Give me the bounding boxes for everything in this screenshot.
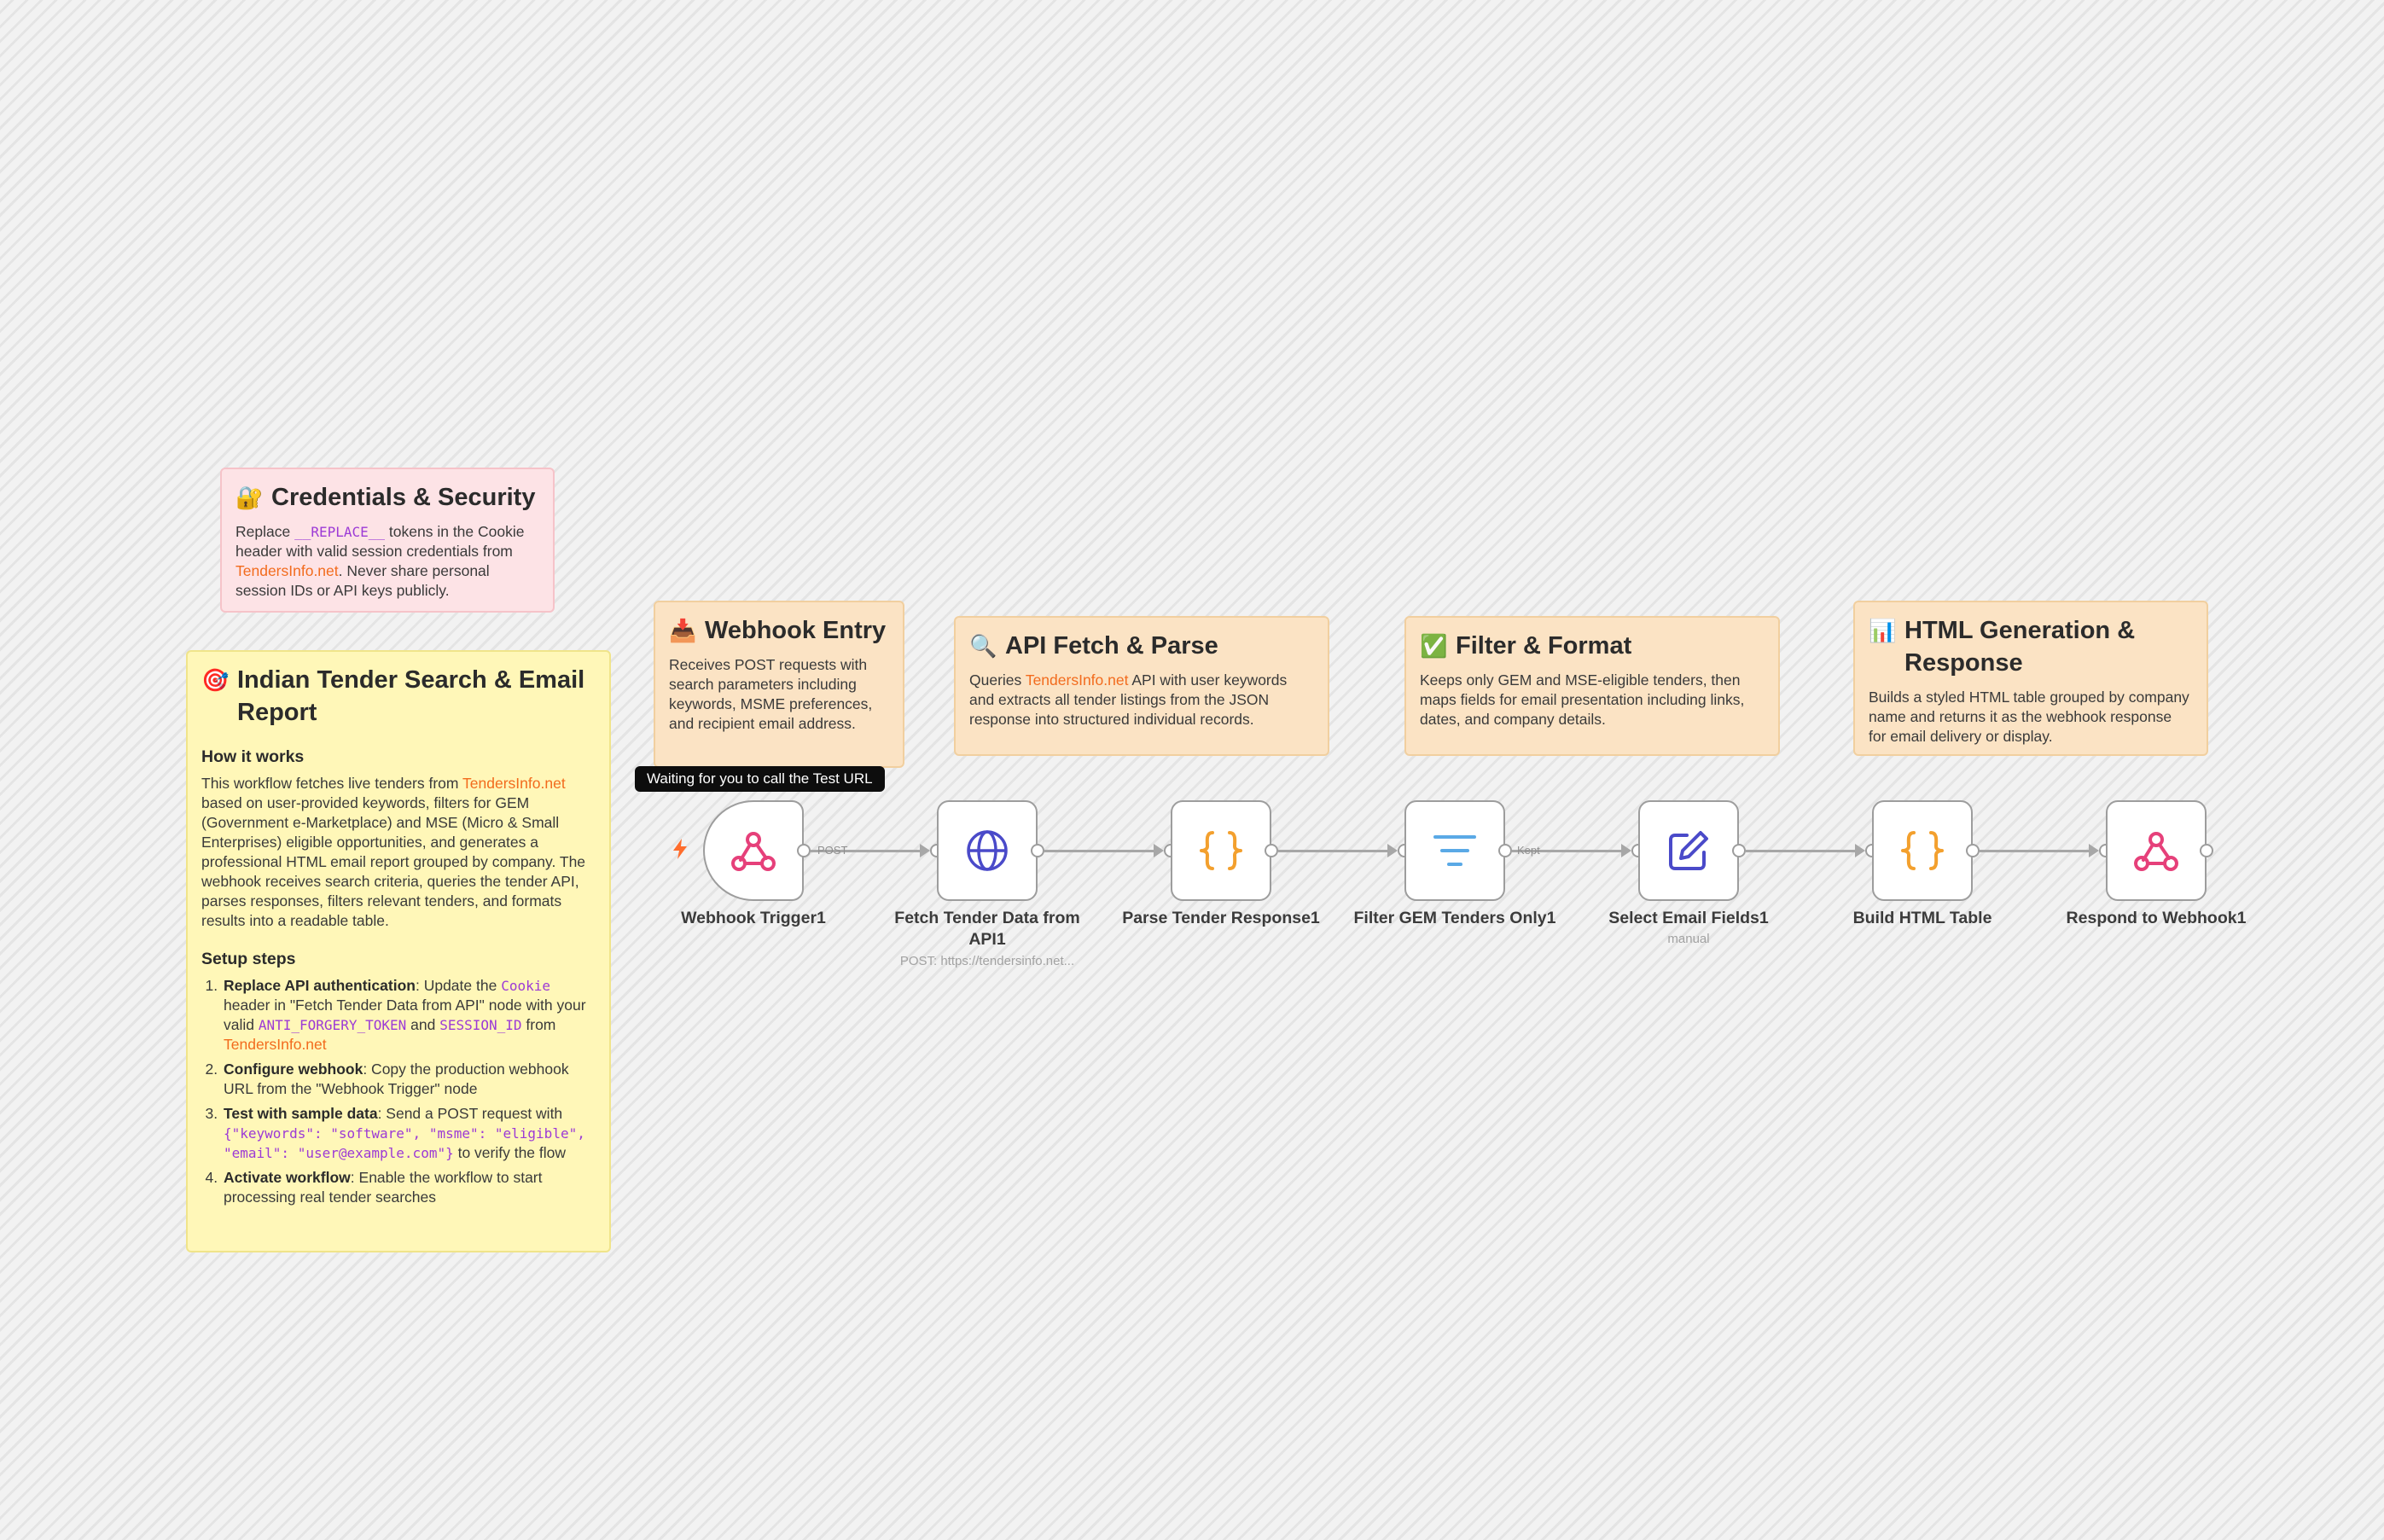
sticky-note-filter-format[interactable]: ✅ Filter & Format Keeps only GEM and MSE… xyxy=(1404,616,1780,756)
lightning-bolt-icon xyxy=(671,838,689,865)
note-title: 🎯 Indian Tender Search & Email Report xyxy=(201,664,596,729)
node-subtitle: POST: https://tendersinfo.net... xyxy=(899,954,1075,968)
note-title: 📊 HTML Generation & Response xyxy=(1869,614,2193,679)
note-body: Queries TendersInfo.net API with user ke… xyxy=(969,671,1288,728)
connection-edge[interactable] xyxy=(1746,850,1858,852)
code-braces-icon xyxy=(1200,831,1242,870)
node-fetch-tender-data[interactable] xyxy=(937,800,1038,901)
magnifier-icon: 🔍 xyxy=(969,633,997,659)
globe-icon xyxy=(967,830,1008,871)
sticky-note-main[interactable]: 🎯 Indian Tender Search & Email Report Ho… xyxy=(186,650,611,1252)
target-icon: 🎯 xyxy=(201,667,230,693)
filter-icon xyxy=(1433,835,1476,866)
node-filter-gem-tenders[interactable] xyxy=(1404,800,1505,901)
output-port[interactable] xyxy=(1498,844,1512,857)
edit-icon xyxy=(1669,831,1708,870)
tendersinfo-link[interactable]: TendersInfo.net xyxy=(1026,671,1129,689)
note-body: Receives POST requests with search param… xyxy=(669,656,873,732)
node-webhook-trigger[interactable] xyxy=(703,800,804,901)
node-label: Respond to Webhook1 xyxy=(2066,909,2247,927)
list-item: Activate workflow: Enable the workflow t… xyxy=(222,1168,596,1207)
sticky-note-html-generation[interactable]: 📊 HTML Generation & Response Builds a st… xyxy=(1853,601,2208,756)
check-mark-icon: ✅ xyxy=(1420,633,1448,659)
connection-edge[interactable] xyxy=(1044,850,1157,852)
edge-label-kept: Kept xyxy=(1517,844,1540,857)
note-title: 📥 Webhook Entry xyxy=(669,614,889,647)
inbox-tray-icon: 📥 xyxy=(669,618,697,643)
node-respond-to-webhook[interactable] xyxy=(2106,800,2207,901)
sticky-note-credentials[interactable]: 🔐 Credentials & Security Replace __REPLA… xyxy=(220,468,555,613)
code-braces-icon xyxy=(1901,831,1944,870)
node-label: Fetch Tender Data from API1 xyxy=(894,909,1080,949)
arrow-head xyxy=(1855,844,1865,857)
tendersinfo-link[interactable]: TendersInfo.net xyxy=(235,562,339,579)
node-build-html-table[interactable] xyxy=(1872,800,1973,901)
note-title: 🔐 Credentials & Security xyxy=(235,481,539,514)
note-body: Builds a styled HTML table grouped by co… xyxy=(1869,689,2189,745)
tendersinfo-link[interactable]: TendersInfo.net xyxy=(462,775,566,792)
node-select-email-fields[interactable] xyxy=(1638,800,1739,901)
list-item: Replace API authentication: Update the C… xyxy=(222,976,596,1055)
sticky-note-webhook-entry[interactable]: 📥 Webhook Entry Receives POST requests w… xyxy=(654,601,904,768)
node-subtitle: manual xyxy=(1667,932,1710,946)
note-title: 🔍 API Fetch & Parse xyxy=(969,630,1314,662)
how-it-works-heading: How it works xyxy=(201,747,305,766)
output-port[interactable] xyxy=(1966,844,1980,857)
arrow-head xyxy=(920,844,930,857)
test-url-tooltip: Waiting for you to call the Test URL xyxy=(635,766,885,792)
output-port[interactable] xyxy=(2200,844,2213,857)
connection-edge[interactable] xyxy=(1278,850,1391,852)
note-body: Replace __REPLACE__ tokens in the Cookie… xyxy=(235,523,525,599)
note-title: ✅ Filter & Format xyxy=(1420,630,1765,662)
list-item: Configure webhook: Copy the production w… xyxy=(222,1060,596,1099)
arrow-head xyxy=(2089,844,2099,857)
workflow-canvas[interactable]: 🔐 Credentials & Security Replace __REPLA… xyxy=(0,0,2384,1540)
node-label: Webhook Trigger1 xyxy=(681,909,826,927)
output-port[interactable] xyxy=(797,844,811,857)
connection-edge[interactable] xyxy=(1980,850,2092,852)
webhook-icon xyxy=(731,832,776,871)
output-port[interactable] xyxy=(1732,844,1746,857)
node-label: Select Email Fields1 xyxy=(1608,909,1769,927)
node-label: Build HTML Table xyxy=(1852,909,1992,927)
setup-steps-list: Replace API authentication: Update the C… xyxy=(201,976,596,1207)
node-parse-tender-response[interactable] xyxy=(1171,800,1271,901)
webhook-icon xyxy=(2134,832,2178,871)
bar-chart-icon: 📊 xyxy=(1869,618,1897,643)
node-label: Filter GEM Tenders Only1 xyxy=(1353,909,1556,927)
output-port[interactable] xyxy=(1265,844,1278,857)
sticky-note-api-fetch[interactable]: 🔍 API Fetch & Parse Queries TendersInfo.… xyxy=(954,616,1329,756)
arrow-head xyxy=(1154,844,1164,857)
list-item: Test with sample data: Send a POST reque… xyxy=(222,1104,596,1163)
note-body: Keeps only GEM and MSE-eligible tenders,… xyxy=(1420,671,1745,728)
how-it-works-text: This workflow fetches live tenders from … xyxy=(201,775,586,929)
arrow-head xyxy=(1387,844,1398,857)
setup-steps-heading: Setup steps xyxy=(201,950,296,968)
tendersinfo-link[interactable]: TendersInfo.net xyxy=(224,1036,327,1053)
arrow-head xyxy=(1621,844,1631,857)
node-label: Parse Tender Response1 xyxy=(1122,909,1320,927)
output-port[interactable] xyxy=(1031,844,1044,857)
lock-key-icon: 🔐 xyxy=(235,485,264,510)
edge-label-post: POST xyxy=(817,844,848,857)
